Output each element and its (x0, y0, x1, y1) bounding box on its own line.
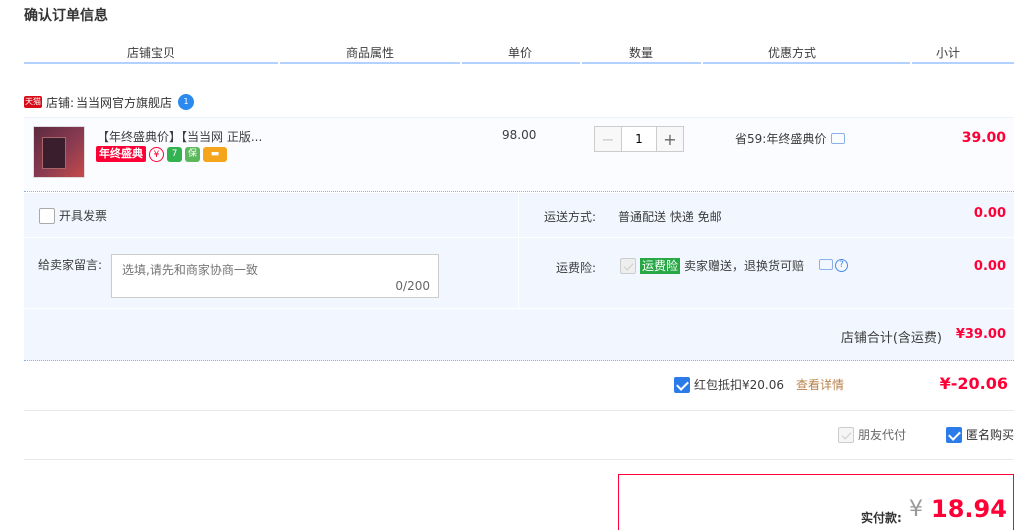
view-detail-link[interactable]: 查看详情 (796, 376, 844, 393)
shop-total-value: ¥39.00 (955, 327, 1006, 342)
red-packet-option[interactable]: 红包抵扣¥20.06 查看详情 (674, 376, 844, 393)
shipping-label: 运送方式: (544, 210, 597, 224)
invoice-label: 开具发票 (59, 209, 108, 223)
column-header-attributes: 商品属性 (346, 46, 395, 60)
chat-seller-icon[interactable]: 1 (178, 94, 195, 110)
tmall-icon: 天猫 (24, 96, 42, 108)
shop-name-link[interactable]: 当当网官方旗舰店 (76, 94, 172, 111)
shipping-fee: 0.00 (973, 206, 1006, 221)
shipping-method: 普通配送 快递 免邮 (618, 210, 722, 224)
payment-amount: 18.94 (931, 495, 1007, 523)
order-item-row: 【年终盛典价】【当当网 正版... 年终盛典 ¥ 7 保 ▬ 98.00 − +… (24, 117, 1014, 192)
friend-pay-checkbox[interactable] (838, 426, 854, 443)
friend-pay-label: 朋友代付 (858, 428, 907, 442)
currency-symbol: ¥ (909, 497, 923, 522)
discount-text: 省59:年终盛典价 (735, 132, 827, 146)
anonymous-purchase-option[interactable]: 匿名购买 (946, 426, 1014, 443)
item-subtotal: 39.00 (961, 130, 1006, 146)
quantity-decrease-button[interactable]: − (594, 126, 622, 152)
insurance-text: 卖家赠送，退换货可赔 (684, 259, 805, 273)
shop-line: 天猫 店铺: 当当网官方旗舰店 1 (24, 92, 195, 112)
column-header-item: 店铺宝贝 (127, 46, 176, 60)
insurance-label: 运费险: (556, 261, 597, 275)
insurance-chat-icon[interactable] (819, 259, 834, 270)
message-box: 0/200 (111, 254, 439, 298)
product-thumbnail[interactable] (33, 126, 85, 178)
order-options: 开具发票 运送方式: 普通配送 快递 免邮 0.00 给卖家留言: 0/200 … (24, 193, 1014, 361)
yuan-icon: ¥ (149, 146, 164, 162)
shop-label: 店铺: (46, 95, 75, 110)
column-header-subtotal: 小计 (936, 46, 961, 60)
product-title-link[interactable]: 【年终盛典价】【当当网 正版... (97, 128, 262, 145)
year-end-promo-tag: 年终盛典 (96, 146, 146, 162)
table-header: 店铺宝贝 商品属性 单价 数量 优惠方式 小计 (24, 40, 1014, 66)
quantity-increase-button[interactable]: + (656, 126, 684, 152)
seven-day-return-icon: 7 (167, 146, 182, 162)
discount-info-icon[interactable] (831, 133, 846, 144)
anonymous-checkbox[interactable] (946, 426, 962, 443)
payment-summary: 实付款: ¥ 18.94 (618, 474, 1014, 530)
insurance-badge: 运费险 (640, 257, 681, 274)
red-packet-checkbox[interactable] (674, 376, 690, 393)
message-char-count: 0/200 (395, 279, 430, 293)
invoice-checkbox[interactable] (39, 207, 55, 224)
shipping-insurance: 运费险 卖家赠送，退换货可赔 ? (620, 257, 849, 274)
guarantee-icon: 保 (185, 146, 200, 162)
discount-method: 省59:年终盛典价 (735, 130, 846, 147)
help-icon[interactable]: ? (835, 259, 849, 272)
anonymous-label: 匿名购买 (966, 428, 1015, 442)
friend-pay-option[interactable]: 朋友代付 (838, 426, 906, 443)
quantity-stepper: − + (594, 126, 684, 152)
quantity-input[interactable] (622, 126, 656, 152)
seller-message-input[interactable] (112, 255, 438, 297)
invoice-option[interactable]: 开具发票 (39, 207, 107, 224)
column-header-discount: 优惠方式 (768, 46, 817, 60)
promo-tags: 年终盛典 ¥ 7 保 ▬ (96, 146, 227, 162)
insurance-checkbox (620, 257, 636, 274)
column-header-price: 单价 (508, 46, 533, 60)
card-icon: ▬ (203, 146, 227, 162)
shop-total-label: 店铺合计(含运费) (840, 331, 942, 346)
column-header-quantity: 数量 (629, 46, 654, 60)
page-title: 确认订单信息 (24, 8, 108, 24)
payment-label: 实付款: (861, 511, 902, 525)
red-packet-label: 红包抵扣¥20.06 (694, 378, 784, 392)
red-packet-amount: ¥-20.06 (939, 374, 1008, 393)
insurance-fee: 0.00 (973, 259, 1006, 274)
message-label: 给卖家留言: (38, 258, 103, 272)
unit-price: 98.00 (502, 128, 537, 142)
